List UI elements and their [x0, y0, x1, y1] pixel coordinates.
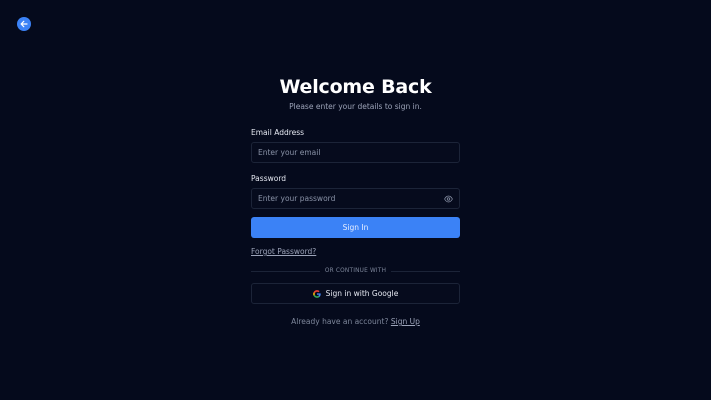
forgot-password-link[interactable]: Forgot Password?	[251, 247, 316, 257]
email-label: Email Address	[251, 128, 305, 137]
google-icon	[312, 289, 321, 298]
divider-line-left	[251, 270, 320, 272]
sign-in-button[interactable]: Sign In	[251, 217, 460, 238]
password-label: Password	[251, 174, 287, 183]
divider-label: OR CONTINUE WITH	[324, 268, 387, 274]
divider-line-right	[391, 270, 461, 272]
page-subtitle: Please enter your details to sign in.	[289, 102, 422, 111]
divider: OR CONTINUE WITH	[251, 266, 461, 276]
login-page: Welcome Back Please enter your details t…	[0, 0, 711, 400]
show-password-button[interactable]	[444, 195, 453, 203]
login-form: Welcome Back Please enter your details t…	[251, 74, 461, 327]
google-sign-in-button[interactable]: Sign in with Google	[251, 283, 460, 304]
email-field-wrapper	[251, 142, 460, 163]
back-button[interactable]	[17, 17, 31, 31]
password-field-wrapper	[251, 188, 460, 209]
arrow-left-icon	[20, 20, 28, 28]
google-button-label: Sign in with Google	[325, 289, 399, 298]
signup-prompt-row: Already have an account? Sign Up	[251, 317, 460, 327]
sign-up-link[interactable]: Sign Up	[391, 317, 420, 326]
page-title: Welcome Back	[279, 76, 432, 98]
eye-icon	[444, 195, 453, 203]
signup-prompt: Already have an account?	[291, 317, 389, 326]
password-field[interactable]	[252, 189, 459, 208]
email-field[interactable]	[252, 143, 459, 162]
